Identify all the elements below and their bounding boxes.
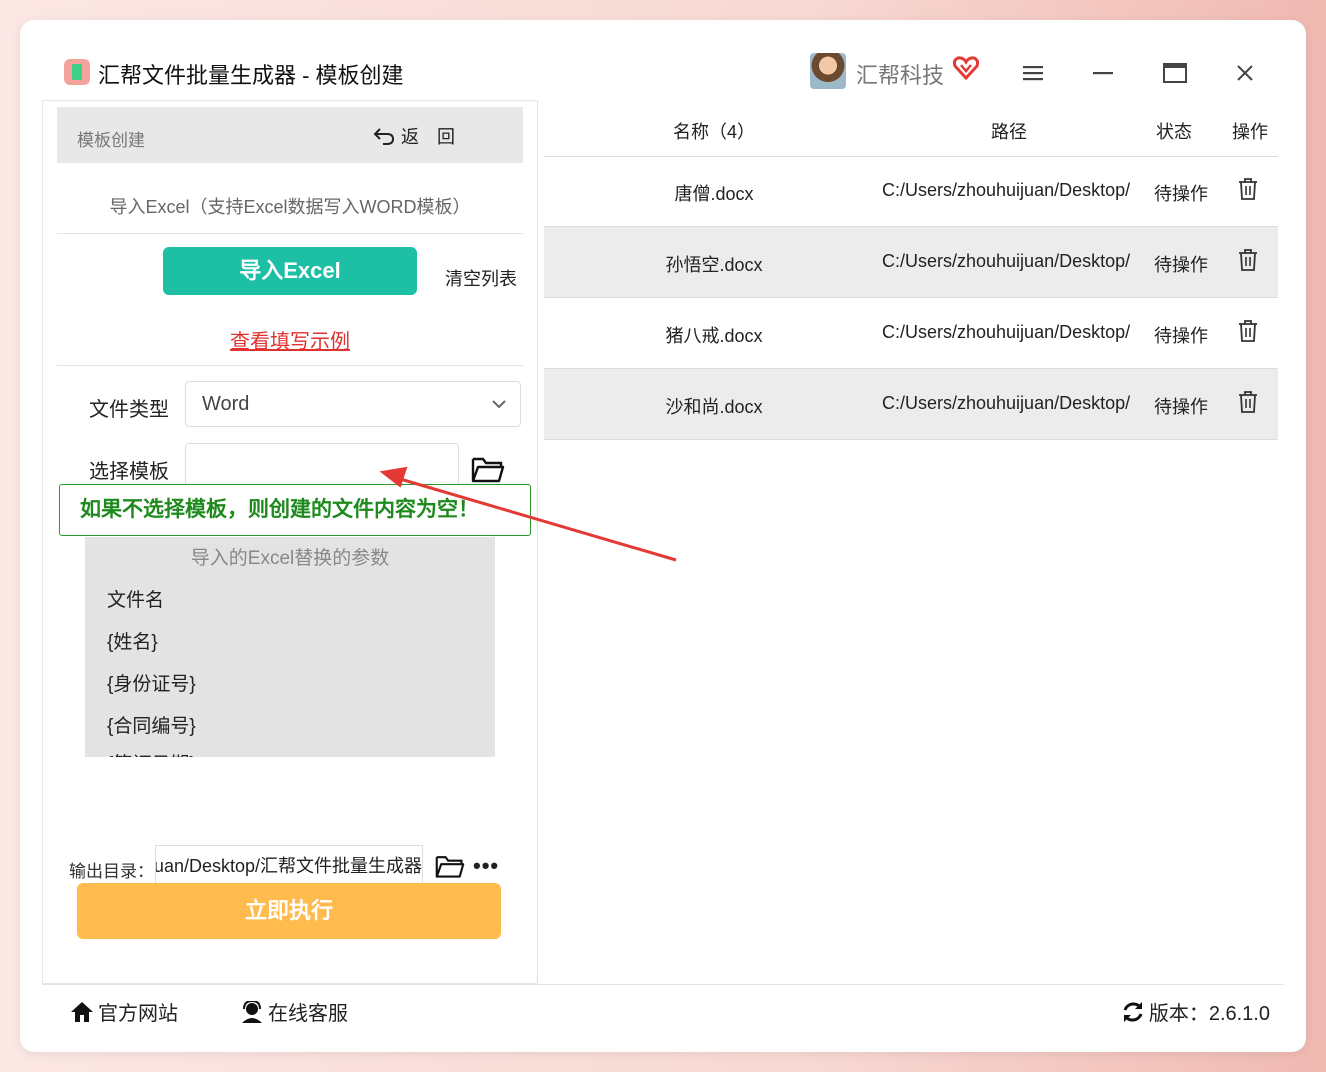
back-button[interactable]: 返 回 [373,123,455,149]
view-example-link[interactable]: 查看填写示例 [57,325,523,354]
list-item: {合同编号} [107,716,196,737]
file-type-select[interactable]: Word [185,381,521,427]
back-arrow-icon [373,128,395,145]
list-item: {身份证号} [107,674,196,695]
chevron-down-icon [492,400,506,409]
template-input[interactable] [185,443,459,489]
back-label: 返 回 [401,127,455,147]
list-item: {签订日期} [107,749,196,757]
column-name: 名称（4） [672,122,755,142]
divider [57,233,523,234]
list-item: {姓名} [107,632,158,653]
template-panel: 模板创建 返 回 导入Excel（支持Excel数据写入WORD模板） 导入Ex… [42,100,538,984]
version-info[interactable]: 版本：2.6.1.0 [1121,997,1270,1026]
params-title: 导入的Excel替换的参数 [190,548,390,569]
close-button[interactable] [1230,58,1260,88]
file-name: 唐僧.docx [674,184,754,204]
output-dir-value: C:/Users/zhouhuijuan/Desktop/汇帮文件批量生成器 [155,856,422,876]
home-icon [71,1001,93,1022]
file-status: 待操作 [1154,255,1208,275]
folder-icon[interactable] [471,455,505,483]
close-icon [1237,65,1253,81]
panel-title: 模板创建 [77,131,145,150]
execute-button[interactable]: 立即执行 [77,883,501,939]
brand-name: 汇帮科技 [856,63,945,88]
table-row[interactable]: 唐僧.docx C:/Users/zhouhuijuan/Desktop/ 待操… [544,156,1278,227]
file-name: 孙悟空.docx [665,255,763,275]
maximize-button[interactable] [1160,58,1190,88]
menu-button[interactable] [1018,58,1048,88]
file-name: 猪八戒.docx [665,326,763,346]
official-website-link[interactable]: 官方网站 [70,997,178,1026]
import-excel-button[interactable]: 导入Excel [163,247,417,295]
file-status: 待操作 [1154,184,1208,204]
vip-heart-icon[interactable] [952,54,980,82]
output-dir-input[interactable]: C:/Users/zhouhuijuan/Desktop/汇帮文件批量生成器 [155,845,423,887]
trash-icon[interactable] [1238,249,1258,271]
column-action: 操作 [1232,122,1268,142]
template-label: 选择模板 [89,461,169,483]
file-path: C:/Users/zhouhuijuan/Desktop/ [882,251,1131,271]
footer-bar: 官方网站 在线客服 版本：2.6.1.0 [42,984,1284,1033]
minimize-icon [1093,72,1113,75]
title-bar: 汇帮文件批量生成器 - 模板创建 汇帮科技 [20,20,1306,100]
params-list: 导入的Excel替换的参数 文件名 {姓名} {身份证号} {合同编号} {签订… [85,537,495,757]
output-dir-label: 输出目录： [69,862,154,881]
divider [57,365,523,366]
online-support-link[interactable]: 在线客服 [240,997,348,1026]
maximize-icon [1163,63,1187,83]
hamburger-icon [1023,66,1043,81]
table-header: 名称（4） 路径 状态 操作 [544,100,1278,157]
app-logo-icon [64,59,90,85]
clear-list-button[interactable]: 清空列表 [445,265,517,291]
import-note: 导入Excel（支持Excel数据写入WORD模板） [109,197,471,217]
support-label: 在线客服 [268,1003,348,1025]
table-row[interactable]: 孙悟空.docx C:/Users/zhouhuijuan/Desktop/ 待… [544,227,1278,298]
file-type-value: Word [202,393,250,415]
column-status: 状态 [1156,122,1192,142]
file-name: 沙和尚.docx [665,397,763,417]
user-avatar[interactable] [810,53,846,89]
support-agent-icon [242,1000,262,1023]
trash-icon[interactable] [1238,320,1258,342]
file-path: C:/Users/zhouhuijuan/Desktop/ [882,322,1131,342]
table-row[interactable]: 沙和尚.docx C:/Users/zhouhuijuan/Desktop/ 待… [544,369,1278,440]
table-row[interactable]: 猪八戒.docx C:/Users/zhouhuijuan/Desktop/ 待… [544,298,1278,369]
file-status: 待操作 [1154,326,1208,346]
trash-icon[interactable] [1238,391,1258,413]
app-window: 汇帮文件批量生成器 - 模板创建 汇帮科技 模板创建 返 回 导入Excel（支 [20,20,1306,1052]
file-path: C:/Users/zhouhuijuan/Desktop/ [882,180,1131,200]
website-label: 官方网站 [98,1003,178,1025]
minimize-button[interactable] [1088,58,1118,88]
window-title: 汇帮文件批量生成器 - 模板创建 [98,63,404,88]
version-label: 版本：2.6.1.0 [1148,1003,1270,1025]
more-options-button[interactable]: ••• [473,853,499,879]
panel-header: 模板创建 返 回 [57,107,523,163]
file-type-label: 文件类型 [89,399,169,421]
list-item: 文件名 [107,590,165,611]
column-path: 路径 [991,122,1027,142]
refresh-icon [1123,1001,1143,1022]
file-path: C:/Users/zhouhuijuan/Desktop/ [882,393,1131,413]
file-status: 待操作 [1154,397,1208,417]
annotation-callout: 如果不选择模板，则创建的文件内容为空！ [59,484,531,536]
output-folder-icon[interactable] [435,853,465,879]
trash-icon[interactable] [1238,178,1258,200]
